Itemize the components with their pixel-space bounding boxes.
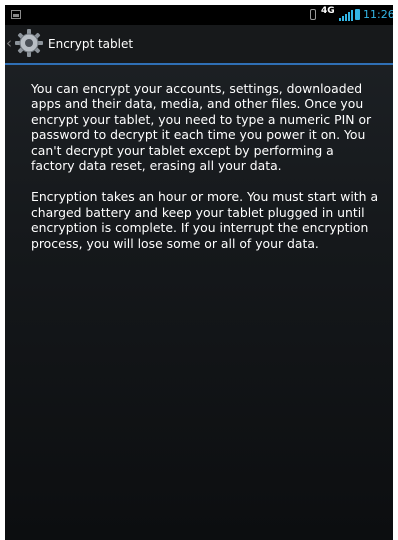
- warning-paragraph: Encryption takes an hour or more. You mu…: [31, 189, 379, 251]
- status-bar: 4G 11:26 AM: [5, 5, 393, 25]
- page-title: Encrypt tablet: [48, 37, 134, 51]
- action-bar-divider: [5, 63, 393, 65]
- back-caret-icon[interactable]: ‹: [6, 34, 12, 52]
- description-paragraph: You can encrypt your accounts, settings,…: [31, 81, 372, 174]
- settings-gear-icon[interactable]: [14, 28, 44, 58]
- battery-icon: [355, 9, 360, 20]
- signal-icon: [339, 10, 353, 21]
- encryption-description: You can encrypt your accounts, settings,…: [31, 81, 379, 267]
- status-time: 11:26 AM: [363, 8, 393, 21]
- action-bar[interactable]: ‹ Encrypt tablet: [5, 25, 393, 63]
- network-icon: 4G: [321, 6, 335, 16]
- bluetooth-icon: [310, 9, 316, 20]
- screenshot-icon: [11, 10, 21, 19]
- tablet-screen: 4G 11:26 AM ‹: [5, 5, 393, 540]
